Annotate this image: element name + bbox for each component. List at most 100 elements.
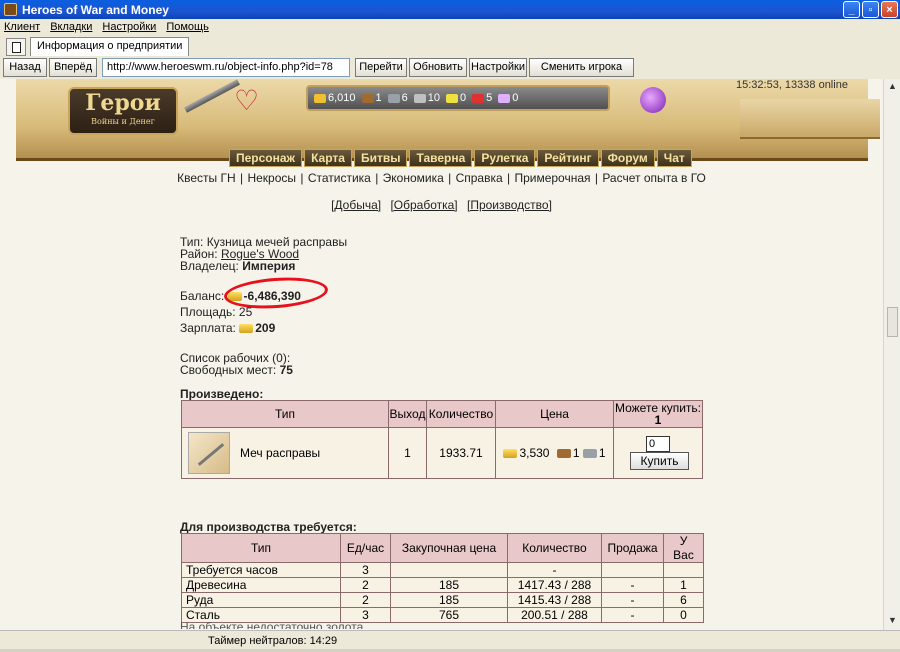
res-ore: 6 [387,92,408,104]
switch-player-button[interactable]: Сменить игрока [529,57,634,77]
nav-character[interactable]: Персонаж [229,149,303,167]
nav-chat[interactable]: Чат [656,149,692,167]
document-icon [11,41,21,53]
window-titlebar: Heroes of War and Money _ ▫ × [0,0,900,19]
res-crystal: 5 [472,92,492,104]
res-wood: 1 [361,92,382,104]
link-quests[interactable]: Квесты ГН [177,171,236,185]
link-necros[interactable]: Некросы [247,171,296,185]
sword-icon[interactable] [188,432,230,474]
tab-mining[interactable]: [Добыча] [331,198,381,212]
server-clock: 15:32:53, 13338 online [736,79,848,91]
table-row: Меч расправы 1 1933.71 3,530 1 1 Купить [181,427,703,479]
url-input[interactable]: http://www.heroeswm.ru/object-info.php?i… [102,57,350,77]
nav-forum[interactable]: Форум [600,149,655,167]
ore-icon [387,93,400,103]
tab-production[interactable]: [Производство] [467,198,552,212]
link-economy[interactable]: Экономика [383,171,444,185]
item-output: 1 [388,427,427,479]
info-owner: Владелец: Империя [180,259,296,273]
settings-button[interactable]: Настройки [469,57,527,77]
mana-orb-icon [640,87,666,113]
link-exp-calc[interactable]: Расчет опыта в ГО [602,171,706,185]
heart-icon: ♡ [234,85,260,116]
object-tabs: [Добыча] [Обработка] [Производство] [0,198,883,212]
close-button[interactable]: × [881,1,898,18]
gold-icon [314,93,326,103]
rcol-type: Тип [181,533,341,563]
game-logo[interactable]: Герои Войны и Денег [68,87,178,135]
col-output: Выход [388,400,427,428]
rcol-yours: У Вас [663,533,704,563]
gems-icon [498,93,511,103]
buy-button[interactable]: Купить [629,452,690,470]
game-banner: Герои Войны и Денег ♡ 6,010 1 6 10 0 5 0… [16,79,880,167]
gold-icon [239,324,254,334]
table-row: Древесина 2 185 1417.43 / 288 - 1 [181,577,704,593]
rcol-quantity: Количество [507,533,602,563]
back-button[interactable]: Назад [3,57,47,77]
item-price: 3,530 1 1 [495,427,614,479]
res-sulfur: 0 [446,92,466,104]
quantity-input[interactable] [646,436,670,452]
col-can-buy: Можете купить: 1 [613,400,703,428]
nav-tavern[interactable]: Таверна [409,149,473,167]
vertical-scrollbar[interactable]: ▲ ▼ [883,79,900,630]
wood-icon [361,93,374,103]
res-gold: 6,010 [314,92,356,104]
nav-map[interactable]: Карта [304,149,352,167]
warning-note: На объекте недостаточно золота [180,620,364,629]
forward-button[interactable]: Вперёд [49,57,97,77]
produced-table: Тип Выход Количество Цена Можете купить:… [181,400,703,479]
game-menu: Персонаж Карта Битвы Таверна Рулетка Рей… [229,149,692,167]
crystal-icon [472,93,485,103]
castle-illustration [740,99,880,139]
info-free-places: Свободных мест: 75 [180,363,293,377]
produced-title: Произведено: [180,387,264,401]
sulfur-icon [446,93,459,103]
link-statistics[interactable]: Статистика [308,171,371,185]
scroll-thumb[interactable] [887,307,898,337]
rcol-rate: Ед/час [340,533,391,563]
ore-icon [582,449,597,459]
tab-processing[interactable]: [Обработка] [390,198,457,212]
sword-decoration [184,79,240,113]
info-salary: Зарплата: 209 [180,321,276,335]
menu-help[interactable]: Помощь [166,21,209,33]
new-tab-button[interactable] [6,38,26,56]
scroll-up-icon[interactable]: ▲ [886,81,899,94]
app-icon [4,3,17,16]
item-name: Меч расправы [240,446,321,460]
refresh-button[interactable]: Обновить [409,57,467,77]
col-type: Тип [181,400,389,428]
menu-tabs[interactable]: Вкладки [50,21,92,33]
tab-bar: Информация о предприятии [0,36,900,56]
table-row: Руда 2 185 1415.43 / 288 - 6 [181,592,704,608]
nav-battles[interactable]: Битвы [353,149,408,167]
mercury-icon [413,93,426,103]
link-fitting[interactable]: Примерочная [514,171,590,185]
required-title: Для производства требуется: [180,520,357,534]
menu-settings[interactable]: Настройки [102,21,156,33]
resource-bar: 6,010 1 6 10 0 5 0 [306,85,610,111]
status-bar: Таймер нейтралов: 14:29 [0,630,900,652]
item-quantity: 1933.71 [426,427,496,479]
required-table: Тип Ед/час Закупочная цена Количество Пр… [181,533,704,623]
tab-object-info[interactable]: Информация о предприятии [30,37,190,56]
nav-rating[interactable]: Рейтинг [537,149,599,167]
minimize-button[interactable]: _ [843,1,860,18]
col-price: Цена [495,400,614,428]
menu-client[interactable]: Клиент [4,21,40,33]
maximize-button[interactable]: ▫ [862,1,879,18]
scroll-down-icon[interactable]: ▼ [886,615,899,628]
nav-bar: Назад Вперёд http://www.heroeswm.ru/obje… [0,56,900,78]
sub-links: Квесты ГН | Некросы | Статистика | Эконо… [177,171,706,185]
go-button[interactable]: Перейти [355,57,407,77]
rcol-sale: Продажа [601,533,664,563]
nav-roulette[interactable]: Рулетка [474,149,536,167]
rcol-buy-price: Закупочная цена [390,533,508,563]
link-help[interactable]: Справка [456,171,503,185]
menu-bar: Клиент Вкладки Настройки Помощь [0,19,900,35]
table-row: Требуется часов 3 - [181,562,704,578]
gold-icon [503,449,518,459]
